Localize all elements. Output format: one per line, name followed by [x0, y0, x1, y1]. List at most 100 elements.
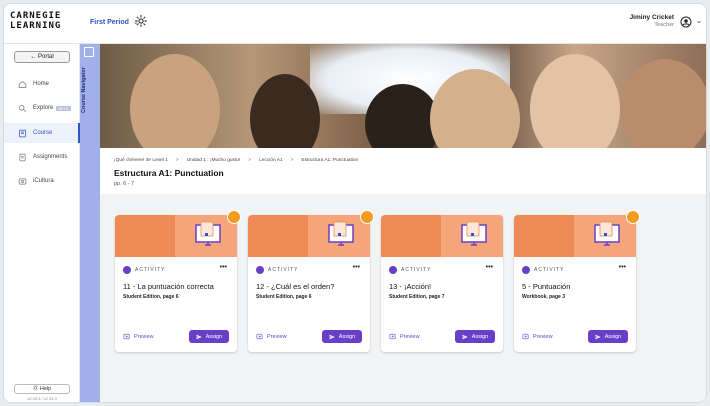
version-text: v2.33.3 / v2.33.3 — [27, 396, 57, 401]
help-button[interactable]: ⓪ Help — [14, 384, 70, 394]
monitor-icon — [461, 221, 487, 246]
lesson-info: ¡Qué chévere! 3e Level 1 > Unidad 1 : ¡Muc… — [100, 148, 706, 194]
hero-face — [530, 54, 620, 148]
navigator-toggle-icon[interactable] — [84, 47, 94, 57]
preview-label: Preview — [533, 333, 553, 340]
page-title: Estructura A1: Punctuation — [114, 168, 224, 178]
card-subtitle: Workbook, page 3 — [522, 294, 565, 300]
user-info: Jiminy Cricket Teacher — [630, 14, 674, 28]
preview-label: Preview — [400, 333, 420, 340]
activity-label: ACTIVITY — [389, 266, 432, 274]
activity-type: ACTIVITY — [135, 267, 166, 273]
beta-badge: BETA — [56, 105, 71, 111]
thumbs-up-badge-icon — [360, 210, 374, 224]
sidebar-item-home[interactable]: Home — [4, 74, 80, 94]
assignments-icon — [19, 153, 26, 161]
card-title[interactable]: 12 - ¿Cuál es el orden? — [256, 282, 334, 291]
card-thumbnail — [115, 215, 237, 257]
sidebar-item-assignments[interactable]: Assignments — [4, 147, 80, 167]
breadcrumb-separator: > — [175, 158, 179, 163]
card-title[interactable]: 5 - Puntuación — [522, 282, 570, 291]
preview-button[interactable]: Preview — [123, 333, 154, 340]
assign-label: Assign — [604, 333, 622, 340]
preview-icon — [123, 333, 130, 340]
more-options-icon[interactable]: ••• — [220, 264, 227, 271]
thumbs-up-badge-icon — [626, 210, 640, 224]
breadcrumb-item[interactable]: ¡Qué chévere! 3e Level 1 — [114, 158, 168, 163]
thumbs-up-badge-icon — [227, 210, 241, 224]
assign-button[interactable]: Assign — [189, 330, 229, 343]
gear-icon[interactable] — [134, 14, 148, 28]
card-title[interactable]: 11 - La puntuación correcta — [123, 282, 214, 291]
user-role: Teacher — [654, 22, 674, 28]
user-name: Jiminy Cricket — [629, 14, 674, 21]
card-subtitle: Student Edition, page 7 — [389, 294, 445, 300]
preview-label: Preview — [134, 333, 154, 340]
user-avatar-icon[interactable] — [680, 16, 692, 28]
hero-face — [620, 59, 706, 148]
top-header: CARNEGIE LEARNING First Period ⌄ Jiminy C… — [4, 4, 706, 44]
activity-type: ACTIVITY — [534, 267, 565, 273]
breadcrumb-item[interactable]: Lección A1 — [259, 158, 282, 163]
assign-label: Assign — [338, 333, 356, 340]
course-navigator-label: Course Navigator — [81, 67, 87, 113]
course-navigator-panel[interactable]: Course Navigator — [80, 44, 100, 402]
assign-label: Assign — [471, 333, 489, 340]
sidebar-item-explore[interactable]: Explore BETA — [4, 98, 80, 118]
preview-button[interactable]: Preview — [256, 333, 287, 340]
preview-icon — [256, 333, 263, 340]
send-icon — [462, 334, 468, 339]
activity-card[interactable]: ACTIVITY ••• 13 - ¡Acción! Student Editi… — [381, 215, 503, 352]
card-thumbnail — [514, 215, 636, 257]
portal-button[interactable]: ← Portal — [14, 51, 70, 63]
carnegie-learning-logo[interactable]: CARNEGIE LEARNING — [10, 11, 78, 31]
send-icon — [196, 334, 202, 339]
more-options-icon[interactable]: ••• — [486, 264, 493, 271]
sidebar-item-label: Course — [33, 130, 53, 136]
send-icon — [595, 334, 601, 339]
monitor-icon — [328, 221, 354, 246]
icultura-icon — [18, 178, 27, 184]
monitor-icon — [594, 221, 620, 246]
class-selector-label: First Period — [90, 19, 129, 26]
home-icon — [18, 80, 27, 88]
breadcrumb-separator: > — [290, 158, 294, 163]
activity-icon — [123, 266, 131, 274]
activity-label: ACTIVITY — [256, 266, 299, 274]
sidebar-item-course[interactable]: Course — [4, 123, 80, 143]
search-icon — [19, 104, 27, 112]
activity-label: ACTIVITY — [123, 266, 166, 274]
course-icon — [19, 129, 26, 137]
activity-type: ACTIVITY — [268, 267, 299, 273]
main-content: ¡Qué chévere! 3e Level 1 > Unidad 1 : ¡Muc… — [100, 44, 706, 402]
preview-icon — [522, 333, 529, 340]
send-icon — [329, 334, 335, 339]
activity-card[interactable]: ACTIVITY ••• 11 - La puntuación correcta… — [115, 210, 241, 352]
more-options-icon[interactable]: ••• — [353, 264, 360, 271]
activity-card[interactable]: ACTIVITY ••• 12 - ¿Cuál es el orden? Stu… — [248, 210, 374, 352]
assign-button[interactable]: Assign — [588, 330, 628, 343]
card-thumbnail — [381, 215, 503, 257]
activity-type: ACTIVITY — [401, 267, 432, 273]
preview-button[interactable]: Preview — [389, 333, 420, 340]
activity-card[interactable]: ACTIVITY ••• 5 - Puntuación Workbook, pa… — [514, 210, 640, 352]
preview-label: Preview — [267, 333, 287, 340]
monitor-icon — [195, 221, 221, 246]
sidebar-item-label: Assignments — [33, 154, 68, 160]
user-menu-chevron-icon[interactable]: ⌄ — [696, 17, 702, 25]
more-options-icon[interactable]: ••• — [619, 264, 626, 271]
class-selector[interactable]: First Period ⌄ — [90, 18, 139, 26]
breadcrumb-separator: > — [248, 158, 252, 163]
activity-icon — [389, 266, 397, 274]
card-subtitle: Student Edition, page 6 — [123, 294, 179, 300]
preview-icon — [389, 333, 396, 340]
app-window: CARNEGIE LEARNING First Period ⌄ Jiminy C… — [3, 3, 707, 403]
sidebar-item-icultura[interactable]: iCultura — [4, 171, 80, 191]
breadcrumb-item[interactable]: Unidad 1 : ¡Mucho gusto! — [187, 158, 241, 163]
activity-icon — [522, 266, 530, 274]
assign-button[interactable]: Assign — [322, 330, 362, 343]
assign-button[interactable]: Assign — [455, 330, 495, 343]
preview-button[interactable]: Preview — [522, 333, 553, 340]
card-title[interactable]: 13 - ¡Acción! — [389, 282, 431, 291]
assign-label: Assign — [205, 333, 223, 340]
